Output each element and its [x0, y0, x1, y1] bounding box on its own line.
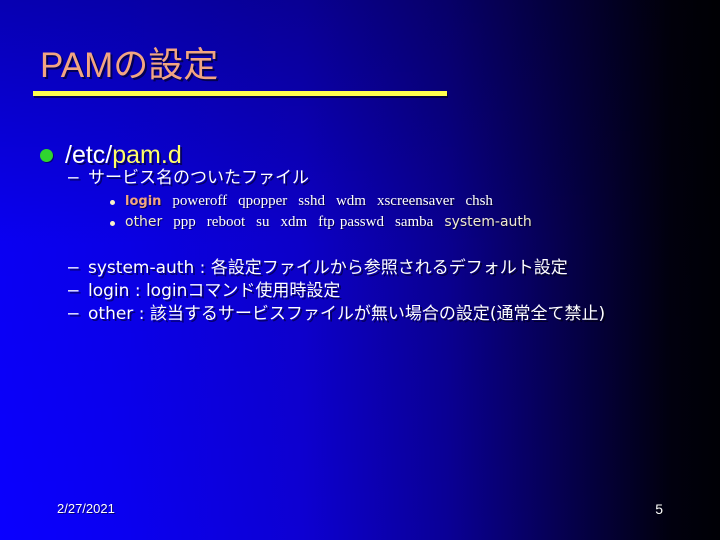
note-item-other: – other : 該当するサービスファイルが無い場合の設定(通常全て禁止): [68, 302, 605, 326]
small-dot-bullet-icon: [110, 200, 115, 205]
small-dot-bullet-icon: [110, 220, 115, 226]
file-name-token: login: [125, 194, 162, 209]
note-item-login: – login : loginコマンド使用時設定: [68, 279, 340, 303]
file-name-token: xdm: [280, 214, 308, 230]
file-name-token: poweroff: [172, 193, 228, 209]
sub-bullet-label: サービス名のついたファイル: [88, 168, 309, 188]
note-item-label: login : loginコマンド使用時設定: [88, 281, 341, 301]
bullet-disc-icon: [40, 149, 53, 162]
file-name-token: passwd: [339, 214, 384, 230]
file-name-token: xscreensaver: [376, 193, 455, 209]
file-name-token: samba: [394, 214, 434, 230]
file-name-token: reboot: [206, 214, 246, 230]
note-item-label: other : 該当するサービスファイルが無い場合の設定(通常全て禁止): [88, 304, 606, 324]
footer-date: 2/27/2021: [57, 501, 115, 516]
sub-bullet-service-files: – サービス名のついたファイル: [68, 166, 309, 190]
file-list-row-1-tokens: other ppp reboot su xdm ftp passwd samba system-…: [125, 212, 532, 232]
note-item-system-auth: – system-auth : 各設定ファイルから参照されるデフォルト設定: [68, 256, 568, 280]
file-name-token: su: [256, 214, 270, 230]
file-list-row: login poweroff qpopper sshd wdm xscreensaver c…: [110, 191, 493, 212]
dash-bullet-icon: –: [68, 257, 79, 278]
file-name-token: system-auth: [444, 214, 532, 230]
file-name-token: ftp: [318, 214, 335, 230]
file-name-token: sshd: [298, 193, 325, 209]
file-name-token: ppp: [173, 214, 196, 230]
note-item-label: system-auth : 各設定ファイルから参照されるデフォルト設定: [88, 258, 568, 278]
dash-bullet-icon: –: [68, 303, 79, 324]
path-highlight-text: pam.d: [112, 141, 182, 169]
path-prefix-text: /etc/: [65, 141, 113, 169]
file-list-row-0-tokens: login poweroff qpopper sshd wdm xscreensaver c…: [125, 191, 493, 212]
dash-bullet-icon: –: [68, 167, 79, 188]
file-name-token: chsh: [465, 193, 493, 209]
file-list-row: other ppp reboot su xdm ftp passwd samba system-…: [110, 212, 532, 232]
dash-bullet-icon: –: [68, 280, 79, 301]
page-title: PAMの設定: [40, 46, 219, 85]
slide-canvas: PAMの設定 /etc/pam.d – サービス名のついたファイル login p…: [0, 0, 720, 540]
page-number: 5: [655, 501, 663, 517]
file-name-token: wdm: [335, 193, 366, 209]
file-name-token: other: [125, 214, 163, 230]
file-name-token: qpopper: [238, 193, 288, 209]
title-underline-rule: [33, 91, 447, 96]
